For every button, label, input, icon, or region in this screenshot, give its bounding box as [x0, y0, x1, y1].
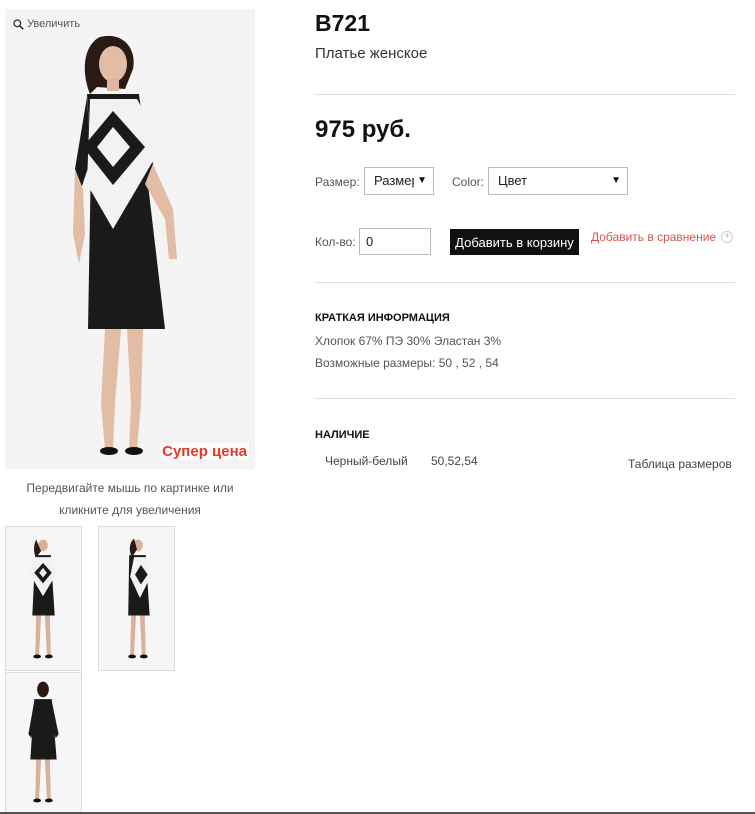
product-sku: B721: [315, 10, 370, 36]
divider: [315, 282, 735, 283]
availability-title: НАЛИЧИЕ: [315, 429, 370, 441]
super-price-badge: Супер цена: [160, 443, 249, 460]
available-sizes-text: Возможные размеры: 50 , 52 , 54: [315, 356, 499, 370]
availability-sizes: 50,52,54: [431, 454, 478, 468]
short-info-title: КРАТКАЯ ИНФОРМАЦИЯ: [315, 312, 450, 324]
dropdown-arrow-icon: ▼: [414, 168, 427, 194]
model-photo: [5, 9, 255, 469]
zoom-label: Увеличить: [27, 18, 81, 30]
plus-circle-icon: +: [721, 231, 734, 243]
image-hint: Передвигайте мышь по картинке или кликни…: [26, 481, 234, 517]
thumbnail-back[interactable]: [5, 672, 82, 814]
thumbnail-front-image: [6, 527, 81, 670]
size-table-link[interactable]: Таблица размеров: [628, 457, 732, 471]
color-select-value: Цвет: [498, 173, 528, 188]
product-price: 975 руб.: [315, 116, 411, 143]
quantity-input[interactable]: [359, 228, 431, 255]
magnifier-icon: [13, 18, 24, 30]
availability-color: Черный-белый: [325, 454, 408, 468]
zoom-link[interactable]: Увеличить: [13, 18, 80, 30]
color-select[interactable]: Цвет ▼: [488, 167, 628, 195]
product-name: Платье женское: [315, 45, 428, 62]
dropdown-arrow-icon: ▼: [608, 168, 621, 194]
divider: [315, 398, 735, 399]
size-select[interactable]: Размер ▼: [364, 167, 434, 195]
add-to-cart-button[interactable]: Добавить в корзину: [450, 229, 579, 255]
thumbnail-back-image: [6, 673, 81, 813]
quantity-label: Кол-во:: [315, 235, 356, 249]
color-label: Color:: [452, 175, 485, 189]
thumbnail-side-image: [99, 527, 174, 670]
add-to-compare-link[interactable]: Добавить в сравнение +: [591, 230, 734, 244]
thumbnail-side[interactable]: [98, 526, 175, 671]
divider: [315, 94, 735, 95]
main-product-image[interactable]: Увеличить Супер цена: [5, 9, 255, 469]
add-to-compare-label: Добавить в сравнение: [591, 230, 717, 244]
size-label: Размер:: [315, 175, 360, 189]
composition-text: Хлопок 67% ПЭ 30% Эластан 3%: [315, 334, 502, 348]
thumbnail-front[interactable]: [5, 526, 82, 671]
size-select-value: Размер: [374, 173, 419, 188]
